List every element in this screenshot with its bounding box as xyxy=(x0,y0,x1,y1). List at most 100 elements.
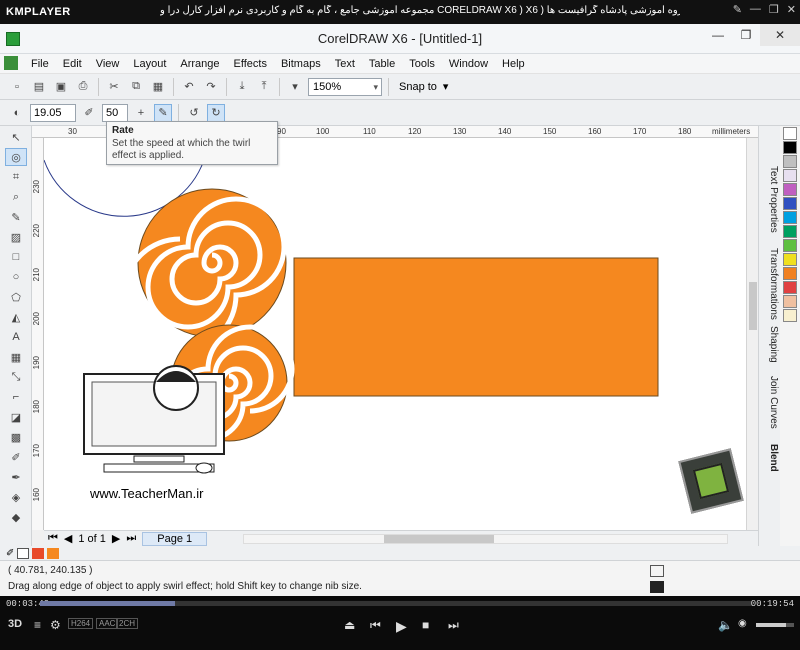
palette-swatch[interactable] xyxy=(783,309,797,322)
maximize-button[interactable]: ❐ xyxy=(732,24,760,46)
zoom-tool-icon[interactable]: ⌕ xyxy=(5,188,27,206)
menu-bitmaps[interactable]: Bitmaps xyxy=(274,58,328,70)
menu-view[interactable]: View xyxy=(89,58,127,70)
counterclockwise-twirl-icon[interactable]: ↺ xyxy=(185,104,203,122)
print-icon[interactable]: ⎙ xyxy=(74,78,92,96)
open-folder-icon[interactable]: ▤ xyxy=(30,78,48,96)
text-tool-icon[interactable]: A xyxy=(5,328,27,346)
menu-help[interactable]: Help xyxy=(495,58,532,70)
palette-swatch[interactable] xyxy=(783,155,797,168)
stop-icon[interactable]: ■ xyxy=(422,618,429,632)
document-icon[interactable] xyxy=(4,56,18,70)
horizontal-scrollbar[interactable] xyxy=(243,533,728,544)
zoom-level-select[interactable]: 150% xyxy=(308,77,382,96)
palette-swatch[interactable] xyxy=(783,253,797,266)
pen-pressure-icon[interactable]: ✎ xyxy=(154,103,172,122)
export-icon[interactable]: ⤒ xyxy=(255,78,273,96)
new-document-icon[interactable]: ▫ xyxy=(8,78,26,96)
menu-layout[interactable]: Layout xyxy=(126,58,173,70)
vertical-ruler[interactable]: 230 220 210 200 190 180 170 160 xyxy=(32,138,44,530)
palette-swatch[interactable] xyxy=(783,169,797,182)
vertical-scrollbar[interactable] xyxy=(746,138,758,530)
crop-tool-icon[interactable]: ⌗ xyxy=(5,168,27,186)
palette-swatch[interactable] xyxy=(783,295,797,308)
menu-file[interactable]: File xyxy=(24,58,56,70)
connector-tool-icon[interactable]: ⌐ xyxy=(5,388,27,406)
basic-shapes-icon[interactable]: ◭ xyxy=(5,308,27,326)
smart-fill-icon[interactable]: ▨ xyxy=(5,228,27,246)
import-icon[interactable]: ⤓ xyxy=(233,78,251,96)
docker-tab-blend[interactable]: Blend xyxy=(761,444,779,472)
close-button[interactable]: ✕ xyxy=(760,24,800,46)
menu-window[interactable]: Window xyxy=(442,58,495,70)
palette-swatch[interactable] xyxy=(783,141,797,154)
ellipse-tool-icon[interactable]: ○ xyxy=(5,268,27,286)
transparency-tool-icon[interactable]: ▩ xyxy=(5,428,27,446)
palette-swatch[interactable] xyxy=(783,281,797,294)
no-color-swatch[interactable] xyxy=(17,547,30,559)
settings-icon[interactable]: ⚙ xyxy=(50,618,61,632)
pin-icon[interactable]: ✎ xyxy=(733,3,742,16)
playlist-icon[interactable]: ≡ xyxy=(34,618,41,632)
menu-table[interactable]: Table xyxy=(362,58,402,70)
palette-swatch[interactable] xyxy=(783,267,797,280)
menu-edit[interactable]: Edit xyxy=(56,58,89,70)
menu-tools[interactable]: Tools xyxy=(402,58,442,70)
dimension-tool-icon[interactable]: ⤡ xyxy=(5,368,27,386)
drawing-canvas[interactable]: www.TeacherMan.ir xyxy=(44,138,746,530)
previous-page-icon[interactable]: ◀ xyxy=(64,532,72,545)
pick-tool-icon[interactable]: ↖ xyxy=(5,128,27,146)
horizontal-scroll-thumb[interactable] xyxy=(384,534,495,543)
3d-mode-button[interactable]: 3D xyxy=(8,618,22,630)
application-launcher-icon[interactable]: ▾ xyxy=(286,78,304,96)
twirl-tool-icon[interactable]: ◎ xyxy=(5,148,27,166)
first-page-icon[interactable]: ⏮ xyxy=(48,532,58,545)
fill-tool-icon[interactable]: ◈ xyxy=(5,488,27,506)
next-icon[interactable]: ⏭ xyxy=(448,618,459,633)
palette-swatch[interactable] xyxy=(783,239,797,252)
docker-tab-text-properties[interactable]: Text Properties xyxy=(761,166,779,233)
clockwise-twirl-icon[interactable]: ↻ xyxy=(207,103,225,122)
minimize-icon[interactable]: — xyxy=(750,3,761,16)
rate-field[interactable]: 50 xyxy=(102,103,128,122)
close-icon[interactable]: ✕ xyxy=(787,3,796,16)
outline-indicator[interactable] xyxy=(650,581,664,593)
freehand-tool-icon[interactable]: ✎ xyxy=(5,208,27,226)
polygon-tool-icon[interactable]: ⬠ xyxy=(5,288,27,306)
redo-icon[interactable]: ↷ xyxy=(202,78,220,96)
seek-bar[interactable] xyxy=(40,601,752,606)
eject-icon[interactable]: ⏏ xyxy=(344,618,355,632)
equalizer-icon[interactable]: ◉ xyxy=(738,618,747,629)
speaker-icon[interactable]: 🔈 xyxy=(718,618,733,632)
docker-tab-transformations[interactable]: Transformations xyxy=(761,248,779,320)
page-tab[interactable]: Page 1 xyxy=(142,531,208,546)
menu-text[interactable]: Text xyxy=(328,58,362,70)
palette-swatch[interactable] xyxy=(783,211,797,224)
restore-icon[interactable]: ❐ xyxy=(769,3,779,16)
palette-swatch[interactable] xyxy=(783,197,797,210)
snap-to-dropdown[interactable]: Snap to ▾ xyxy=(395,78,452,96)
save-icon[interactable]: ▣ xyxy=(52,78,70,96)
copy-icon[interactable]: ⧉ xyxy=(127,78,145,96)
next-page-icon[interactable]: ▶ xyxy=(112,532,120,545)
menu-effects[interactable]: Effects xyxy=(227,58,274,70)
docker-tab-join-curves[interactable]: Join Curves xyxy=(761,376,779,429)
rectangle-tool-icon[interactable]: □ xyxy=(5,248,27,266)
table-tool-icon[interactable]: ▦ xyxy=(5,348,27,366)
vertical-scroll-thumb[interactable] xyxy=(749,282,757,330)
pressure-icon[interactable]: ✐ xyxy=(80,104,98,122)
minimize-button[interactable]: — xyxy=(704,24,732,46)
interactive-fill-icon[interactable]: ◆ xyxy=(5,508,27,526)
menu-arrange[interactable]: Arrange xyxy=(173,58,226,70)
palette-swatch[interactable] xyxy=(783,225,797,238)
fill-indicator[interactable] xyxy=(650,565,664,577)
eyedropper-icon[interactable]: ✐ xyxy=(6,548,14,559)
docker-tab-shaping[interactable]: Shaping xyxy=(761,326,779,363)
palette-swatch[interactable] xyxy=(783,127,797,140)
undo-icon[interactable]: ↶ xyxy=(180,78,198,96)
last-page-icon[interactable]: ⏭ xyxy=(126,532,136,545)
outline-pen-icon[interactable]: ✒ xyxy=(5,468,27,486)
paste-icon[interactable]: ▦ xyxy=(149,78,167,96)
play-icon[interactable]: ▶ xyxy=(396,618,407,635)
palette-swatch[interactable] xyxy=(783,183,797,196)
